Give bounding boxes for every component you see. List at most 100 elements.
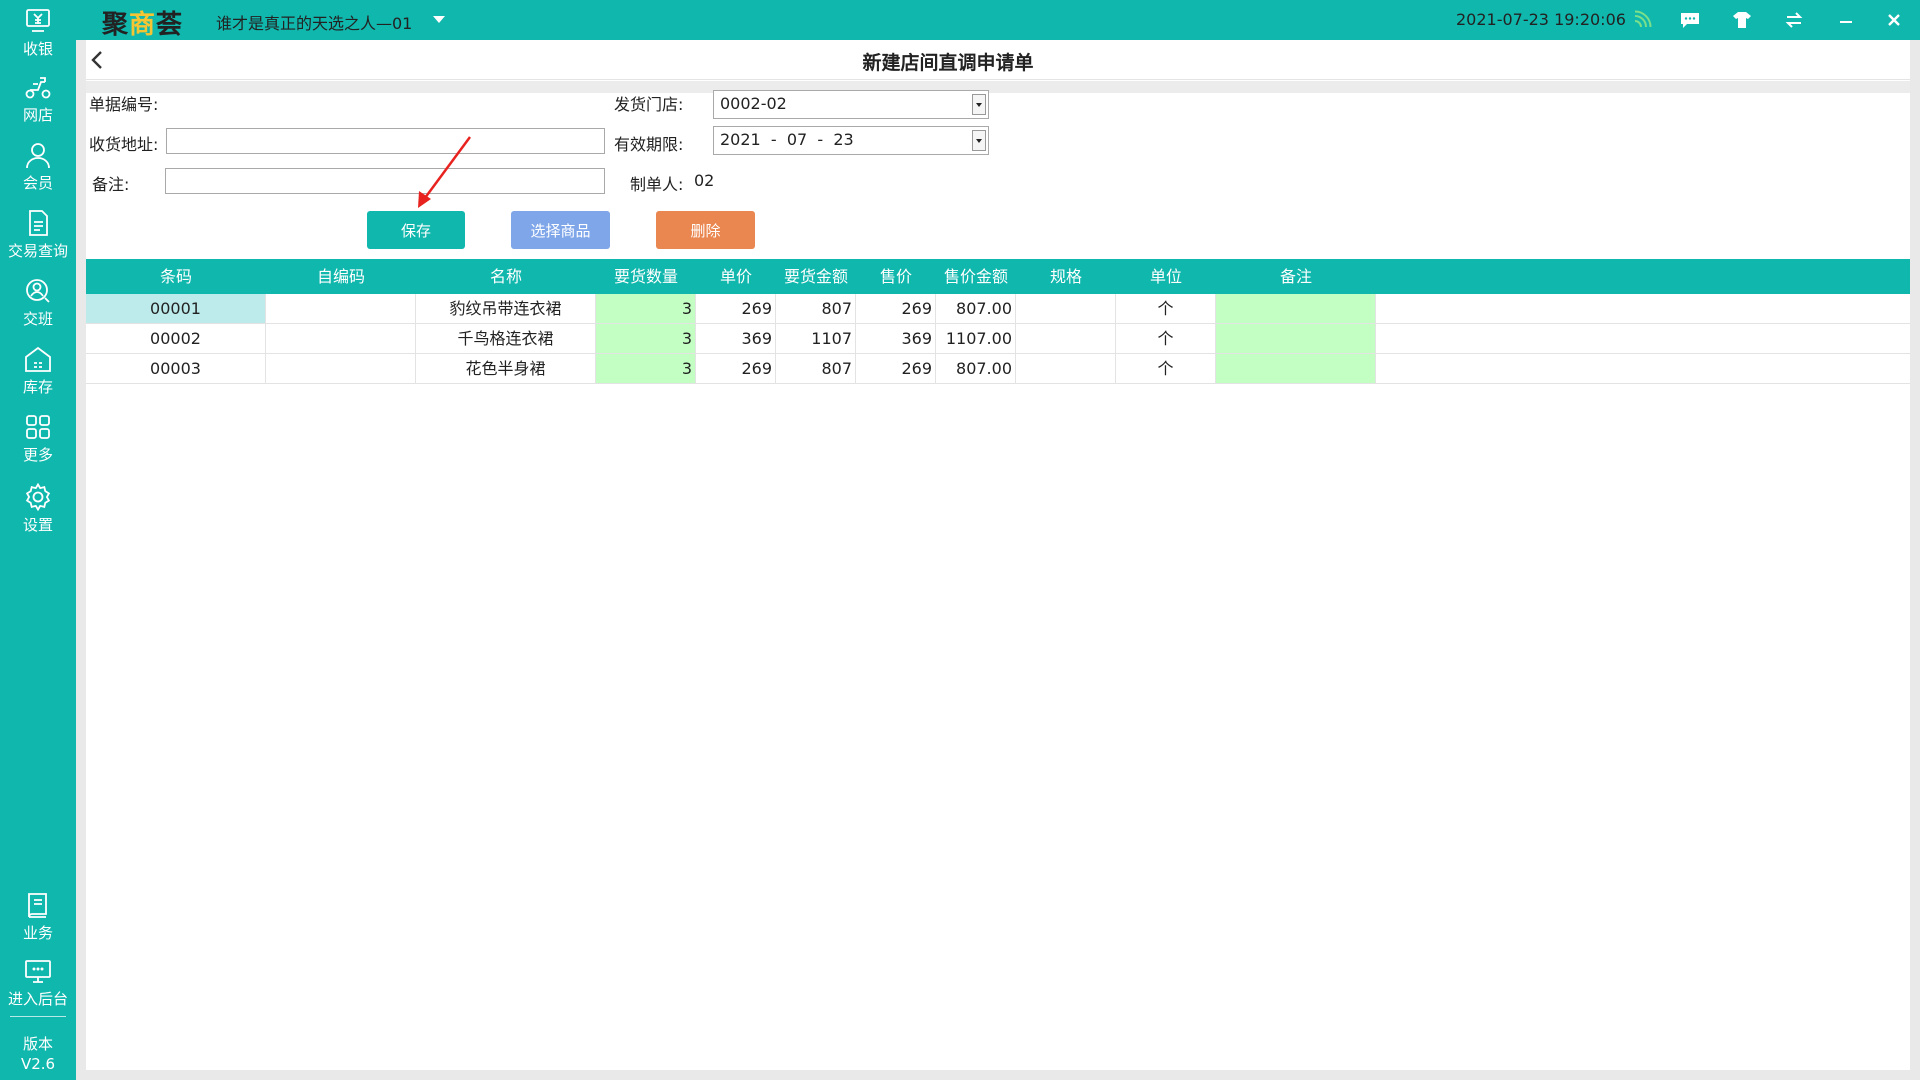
member-icon	[26, 143, 50, 169]
cell-unit[interactable]: 个	[1116, 324, 1216, 353]
cell-amount[interactable]: 807	[776, 294, 856, 323]
cell-sale-amount[interactable]: 807.00	[936, 294, 1016, 323]
remark-input[interactable]	[165, 168, 605, 194]
cell-qty[interactable]: 3	[596, 354, 696, 383]
page-header: 新建店间直调申请单	[86, 40, 1910, 80]
dropdown-arrow-icon[interactable]	[972, 94, 986, 115]
save-button[interactable]: 保存	[367, 211, 465, 249]
dropdown-arrow-icon[interactable]	[972, 130, 986, 151]
sidebar-item-shift[interactable]: 交班	[0, 276, 76, 329]
address-label: 收货地址:	[89, 135, 159, 154]
ship-store-label: 发货门店:	[614, 95, 684, 114]
cell-sale-amount[interactable]: 1107.00	[936, 324, 1016, 353]
column-header-price[interactable]: 单价	[696, 259, 776, 294]
message-icon[interactable]	[1678, 8, 1702, 32]
cell-qty[interactable]: 3	[596, 324, 696, 353]
sidebar-item-label: 进入后台	[7, 990, 68, 1008]
cell-remark[interactable]	[1216, 354, 1376, 383]
cell-spec[interactable]	[1016, 324, 1116, 353]
cell-sale-price[interactable]: 269	[856, 354, 936, 383]
cell-spec[interactable]	[1016, 354, 1116, 383]
creator-label: 制单人:	[630, 175, 684, 194]
version-label: 版本	[22, 1035, 53, 1053]
cell-sale-amount[interactable]: 807.00	[936, 354, 1016, 383]
cell-price[interactable]: 269	[696, 294, 776, 323]
column-header-unit[interactable]: 单位	[1116, 259, 1216, 294]
chevron-down-icon[interactable]	[433, 16, 445, 23]
cell-sale-price[interactable]: 369	[856, 324, 936, 353]
address-input[interactable]	[166, 128, 605, 154]
gear-icon	[25, 482, 51, 512]
cell-barcode[interactable]: 00001	[86, 294, 266, 323]
sidebar-item-label: 网店	[22, 106, 53, 124]
sidebar-item-label: 业务	[22, 924, 53, 942]
column-header-sale-price[interactable]: 售价	[856, 259, 936, 294]
valid-period-label: 有效期限:	[614, 135, 684, 154]
column-header-spec[interactable]: 规格	[1016, 259, 1116, 294]
ship-store-select[interactable]: 0002-02	[713, 90, 989, 119]
valid-period-value: 2021 - 07 - 23	[720, 130, 854, 149]
skin-icon[interactable]	[1730, 8, 1754, 32]
close-icon[interactable]	[1882, 8, 1906, 32]
cell-code[interactable]	[266, 294, 416, 323]
minimize-icon[interactable]	[1834, 8, 1858, 32]
cell-price[interactable]: 269	[696, 354, 776, 383]
column-header-code[interactable]: 自编码	[266, 259, 416, 294]
cell-remark[interactable]	[1216, 324, 1376, 353]
column-header-sale-amount[interactable]: 售价金额	[936, 259, 1016, 294]
sidebar-item-settings[interactable]: 设置	[0, 482, 76, 535]
cell-barcode[interactable]: 00003	[86, 354, 266, 383]
scooter-icon	[25, 77, 51, 99]
cell-sale-price[interactable]: 269	[856, 294, 936, 323]
store-selector[interactable]: 谁才是真正的天选之人—01	[216, 10, 412, 34]
sidebar-item-label: 交班	[22, 310, 53, 328]
sidebar-item-business[interactable]: 业务	[0, 890, 76, 943]
cell-name[interactable]: 花色半身裙	[416, 354, 596, 383]
creator-value: 02	[694, 171, 715, 190]
sidebar: 收银 网店 会员 交易查询 交班 库存 更多 设置 业务 进入后台 版本 V2.…	[0, 0, 76, 1080]
cell-unit[interactable]: 个	[1116, 294, 1216, 323]
cell-code[interactable]	[266, 324, 416, 353]
column-header-qty[interactable]: 要货数量	[596, 259, 696, 294]
table-row[interactable]: 00002 千鸟格连衣裙 3 369 1107 369 1107.00 个	[86, 324, 1910, 354]
cell-spec[interactable]	[1016, 294, 1116, 323]
table-row[interactable]: 00001 豹纹吊带连衣裙 3 269 807 269 807.00 个	[86, 294, 1910, 324]
sidebar-item-label: 库存	[22, 378, 53, 396]
sidebar-item-more[interactable]: 更多	[0, 412, 76, 465]
sidebar-item-inventory[interactable]: 库存	[0, 344, 76, 397]
sidebar-item-webstore[interactable]: 网店	[0, 72, 76, 125]
column-header-barcode[interactable]: 条码	[86, 259, 266, 294]
remark-label: 备注:	[92, 175, 130, 194]
cell-amount[interactable]: 1107	[776, 324, 856, 353]
table-row[interactable]: 00003 花色半身裙 3 269 807 269 807.00 个	[86, 354, 1910, 384]
column-header-amount[interactable]: 要货金额	[776, 259, 856, 294]
delete-button[interactable]: 删除	[656, 211, 755, 249]
column-header-name[interactable]: 名称	[416, 259, 596, 294]
sidebar-item-label: 交易查询	[7, 242, 68, 260]
monitor-icon	[25, 960, 51, 983]
sidebar-item-label: 会员	[22, 174, 53, 192]
warehouse-icon	[25, 346, 51, 372]
sidebar-item-backend[interactable]: 进入后台	[0, 956, 76, 1009]
cell-name[interactable]: 千鸟格连衣裙	[416, 324, 596, 353]
page-title: 新建店间直调申请单	[862, 52, 1034, 74]
switch-icon[interactable]	[1782, 8, 1806, 32]
sidebar-item-label: 设置	[22, 516, 53, 534]
column-header-remark[interactable]: 备注	[1216, 259, 1376, 294]
sidebar-item-cashier[interactable]: 收银	[0, 6, 76, 59]
sidebar-item-transactions[interactable]: 交易查询	[0, 208, 76, 261]
cell-qty[interactable]: 3	[596, 294, 696, 323]
cell-remark[interactable]	[1216, 294, 1376, 323]
cell-price[interactable]: 369	[696, 324, 776, 353]
valid-period-date-picker[interactable]: 2021 - 07 - 23	[713, 126, 989, 155]
cell-barcode[interactable]: 00002	[86, 324, 266, 353]
select-goods-button[interactable]: 选择商品	[511, 211, 610, 249]
cell-name[interactable]: 豹纹吊带连衣裙	[416, 294, 596, 323]
cell-unit[interactable]: 个	[1116, 354, 1216, 383]
version-value: V2.6	[20, 1055, 56, 1073]
cashier-icon	[26, 9, 50, 32]
sidebar-item-member[interactable]: 会员	[0, 140, 76, 193]
datetime-display: 2021-07-23 19:20:06	[1456, 10, 1626, 29]
cell-amount[interactable]: 807	[776, 354, 856, 383]
cell-code[interactable]	[266, 354, 416, 383]
